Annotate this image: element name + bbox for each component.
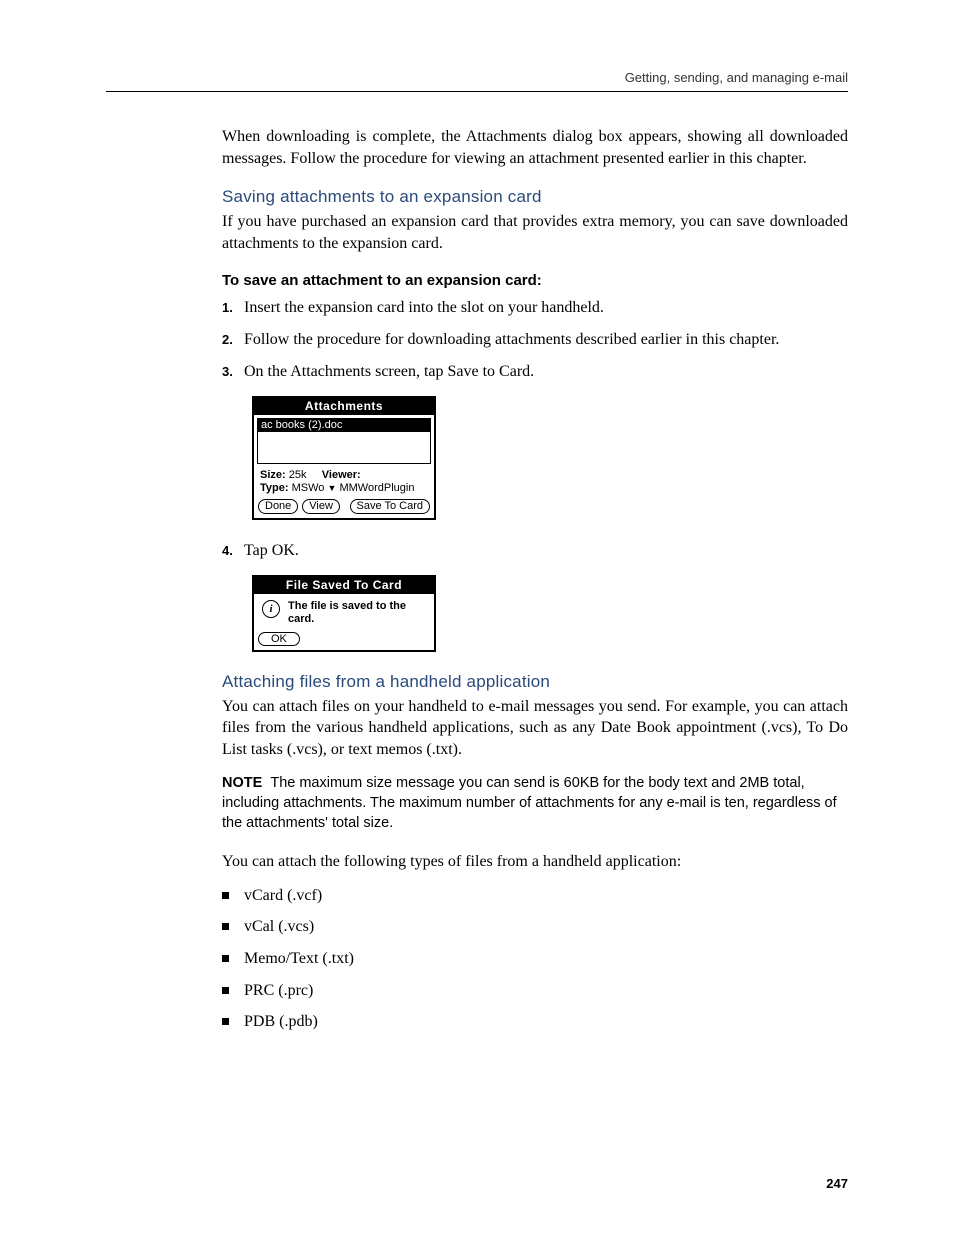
type-value: MSWo (292, 482, 325, 494)
step-3: 3. On the Attachments screen, tap Save t… (222, 361, 848, 383)
section2-body: You can attach files on your handheld to… (222, 696, 848, 761)
note-label: NOTE (222, 775, 262, 791)
view-button[interactable]: View (302, 499, 340, 514)
step-text: Insert the expansion card into the slot … (244, 297, 848, 319)
size-label: Size: (260, 469, 286, 481)
header-rule (106, 91, 848, 92)
running-header: Getting, sending, and managing e-mail (106, 70, 848, 85)
step-number: 4. (222, 540, 244, 560)
step-2: 2. Follow the procedure for downloading … (222, 329, 848, 351)
section1-body: If you have purchased an expansion card … (222, 211, 848, 254)
viewer-label: Viewer: (322, 469, 361, 481)
dialog-file-item[interactable]: ac books (2).doc (258, 419, 430, 432)
step-4: 4. Tap OK. (222, 540, 848, 562)
intro-paragraph: When downloading is complete, the Attach… (222, 126, 848, 169)
dialog-info: Size: 25k Viewer: Type: MSWo ▼ MMWordPlu… (254, 467, 434, 495)
info-icon: i (262, 600, 280, 618)
section2-body2: You can attach the following types of fi… (222, 851, 848, 873)
list-item: PRC (.prc) (222, 980, 848, 1002)
size-value: 25k (289, 469, 307, 481)
list-item: Memo/Text (.txt) (222, 948, 848, 970)
save-to-card-button[interactable]: Save To Card (350, 499, 430, 514)
filetype-list: vCard (.vcf) vCal (.vcs) Memo/Text (.txt… (222, 885, 848, 1033)
page-number: 247 (826, 1176, 848, 1191)
note-body: The maximum size message you can send is… (222, 775, 837, 830)
ok-button[interactable]: OK (258, 632, 300, 646)
type-dropdown-value: MMWordPlugin (339, 482, 414, 494)
dialog-title: Attachments (254, 398, 434, 415)
dialog-title: File Saved To Card (254, 577, 434, 594)
step-text: On the Attachments screen, tap Save to C… (244, 361, 848, 383)
dialog-file-list[interactable]: ac books (2).doc (257, 418, 431, 464)
note: NOTE The maximum size message you can se… (222, 774, 848, 833)
list-item: vCard (.vcf) (222, 885, 848, 907)
section-saving-attachments: Saving attachments to an expansion card (222, 187, 848, 207)
attachments-dialog: Attachments ac books (2).doc Size: 25k V… (252, 396, 436, 519)
section-attaching-files: Attaching files from a handheld applicat… (222, 672, 848, 692)
file-saved-dialog: File Saved To Card i The file is saved t… (252, 575, 436, 651)
dialog-message: The file is saved to the card. (288, 600, 426, 626)
step-number: 3. (222, 361, 244, 381)
type-label: Type: (260, 482, 289, 494)
step-text: Follow the procedure for downloading att… (244, 329, 848, 351)
dialog-message-row: i The file is saved to the card. (254, 594, 434, 628)
task-title: To save an attachment to an expansion ca… (222, 272, 848, 289)
step-text: Tap OK. (244, 540, 848, 562)
step-number: 1. (222, 297, 244, 317)
step-1: 1. Insert the expansion card into the sl… (222, 297, 848, 319)
step-number: 2. (222, 329, 244, 349)
done-button[interactable]: Done (258, 499, 298, 514)
list-item: vCal (.vcs) (222, 916, 848, 938)
list-item: PDB (.pdb) (222, 1011, 848, 1033)
dropdown-icon[interactable]: ▼ (327, 483, 336, 493)
